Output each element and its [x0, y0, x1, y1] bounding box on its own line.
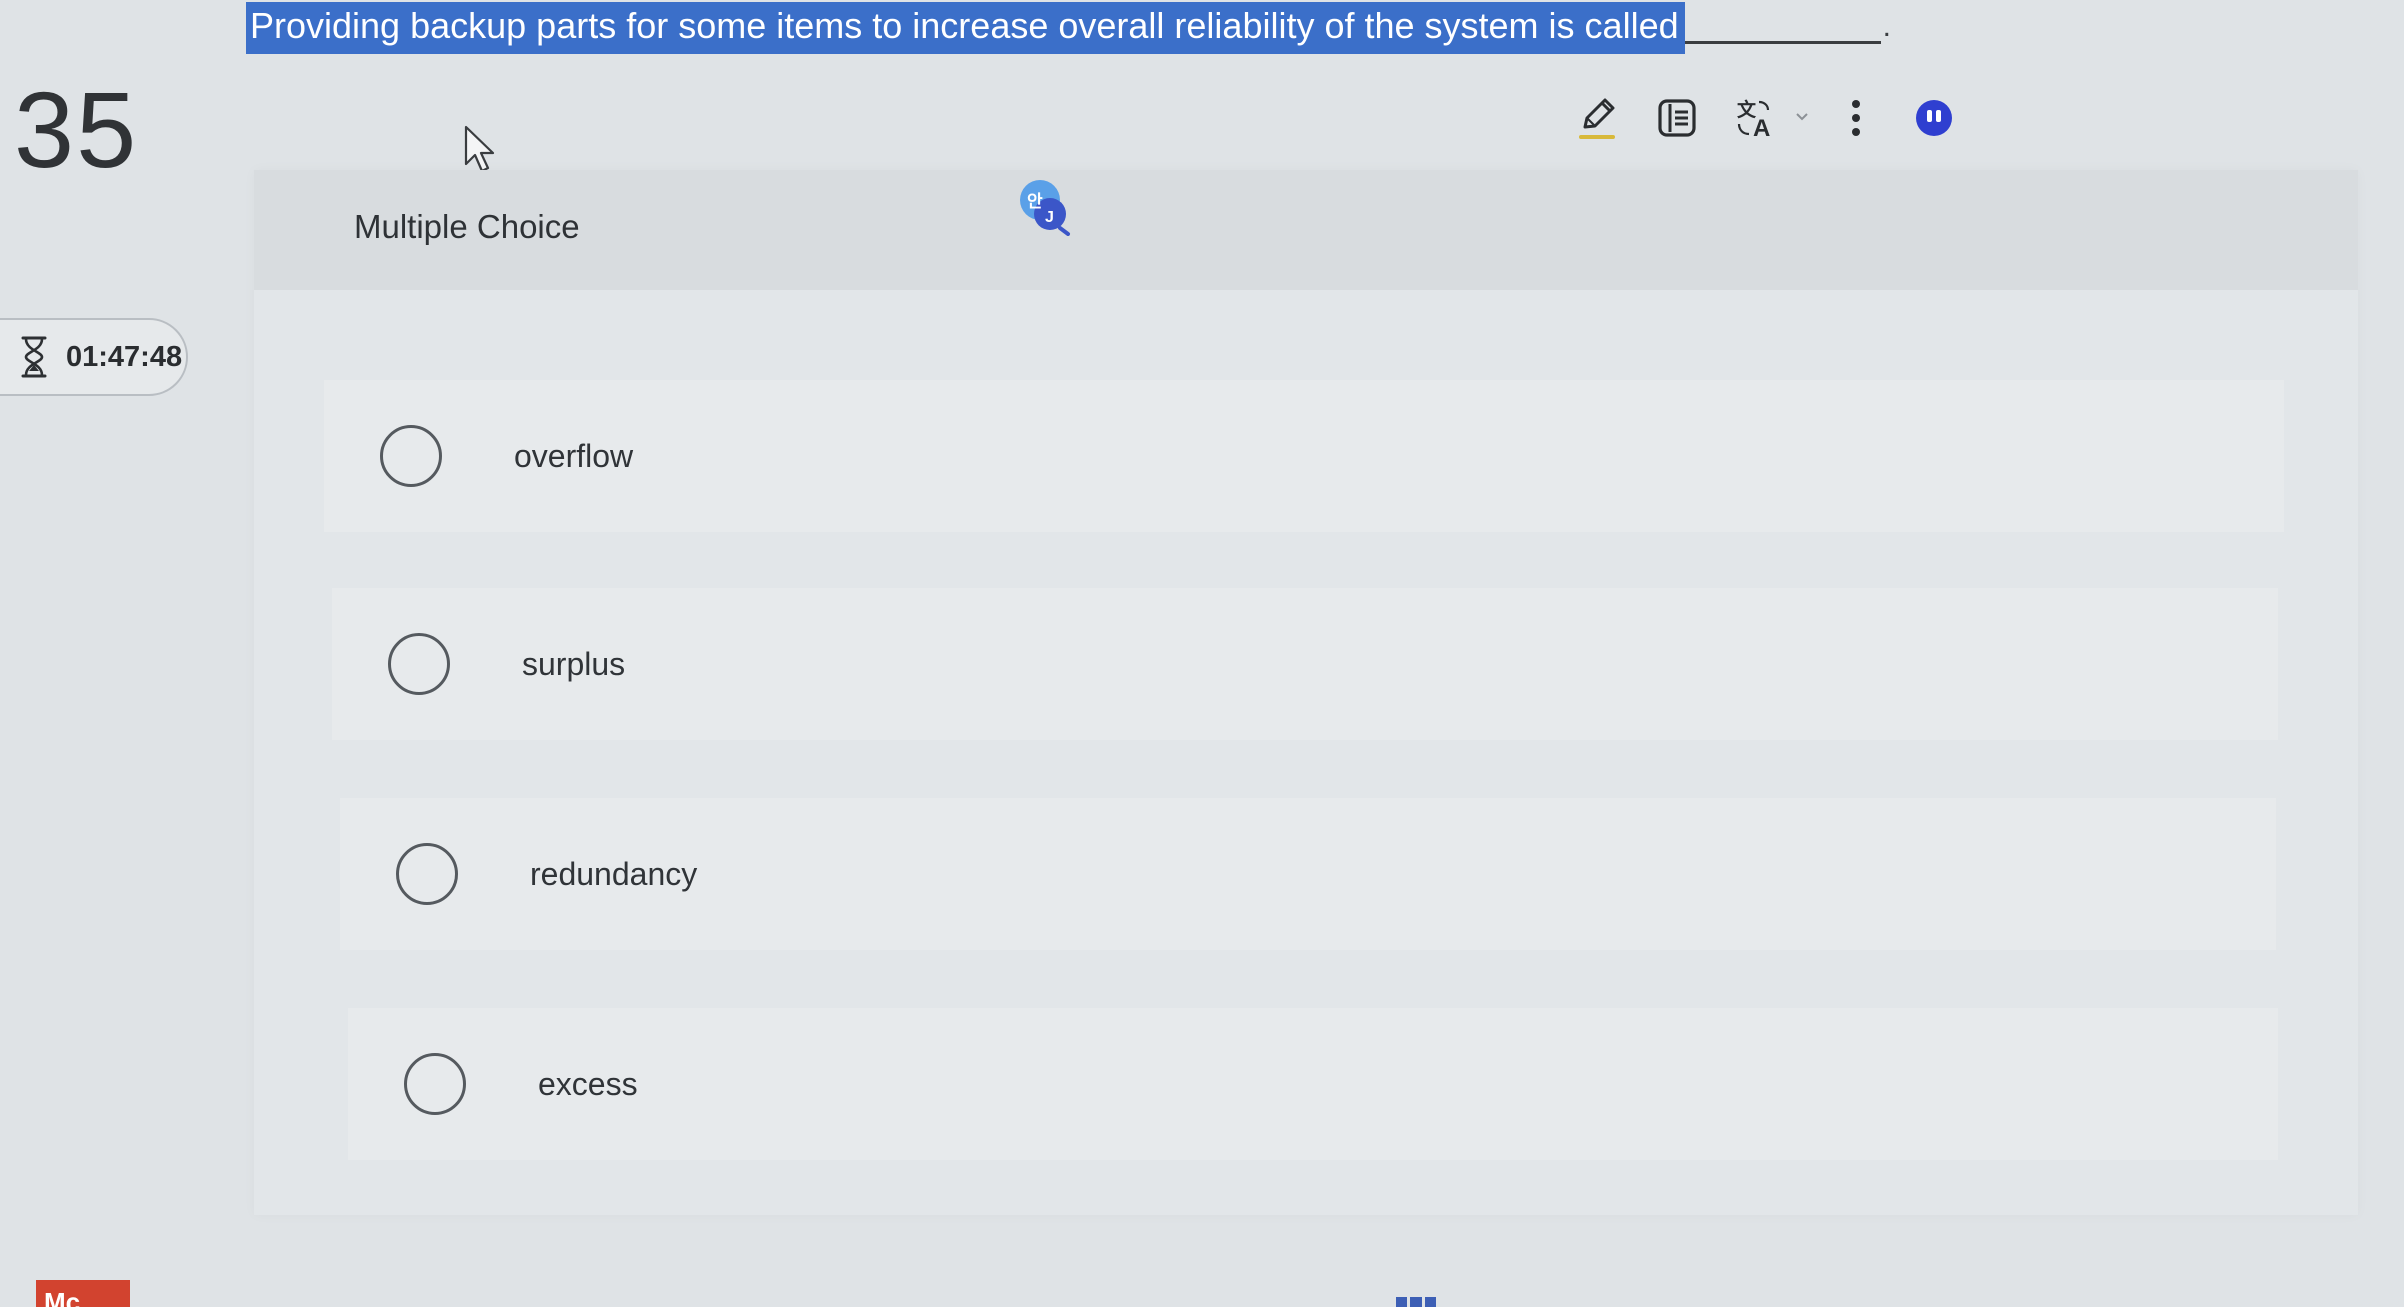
translate-icon[interactable]: 文 A: [1732, 90, 1818, 146]
reader-icon[interactable]: [1654, 90, 1700, 146]
prompt-period: .: [1882, 10, 1891, 43]
radio-button[interactable]: [404, 1053, 466, 1115]
question-type-label: Multiple Choice: [354, 208, 580, 245]
question-prompt: Providing backup parts for some items to…: [246, 0, 1891, 54]
answer-option-surplus[interactable]: surplus: [332, 588, 2278, 740]
grid-segment: [1410, 1297, 1422, 1307]
radio-button[interactable]: [396, 843, 458, 905]
grid-segment: [1396, 1297, 1408, 1307]
toolbar: 文 A: [1570, 90, 1960, 146]
question-prompt-text: Providing backup parts for some items to…: [246, 2, 1685, 54]
radio-button[interactable]: [380, 425, 442, 487]
translator-extension-icon[interactable]: 안 J: [1016, 178, 1074, 236]
answer-option-redundancy[interactable]: redundancy: [340, 798, 2276, 950]
option-label: overflow: [514, 437, 634, 474]
pencil-icon[interactable]: [1570, 90, 1624, 146]
answer-blank: [1684, 41, 1881, 44]
progress-grid-icon[interactable]: [1396, 1297, 1436, 1307]
answer-option-excess[interactable]: excess: [348, 1008, 2278, 1160]
svg-text:안: 안: [1027, 192, 1043, 212]
question-number: 35: [14, 69, 139, 190]
option-label: redundancy: [530, 855, 698, 892]
hourglass-icon: [18, 335, 50, 379]
footer-logo-badge: Mc: [36, 1280, 130, 1307]
card-header: Multiple Choice 안 J: [254, 170, 2358, 290]
option-label: surplus: [522, 645, 626, 682]
question-card: Multiple Choice 안 J overflow surplus red…: [254, 170, 2358, 1215]
more-vertical-icon[interactable]: [1838, 90, 1874, 146]
timer[interactable]: 01:47:48: [0, 318, 188, 396]
answer-option-overflow[interactable]: overflow: [324, 380, 2284, 532]
svg-text:A: A: [1753, 115, 1770, 140]
help-icon[interactable]: [1908, 90, 1960, 146]
radio-button[interactable]: [388, 633, 450, 695]
grid-segment: [1424, 1297, 1436, 1307]
mouse-cursor-icon: [462, 124, 502, 176]
option-label: excess: [538, 1065, 638, 1102]
timer-value: 01:47:48: [66, 340, 183, 373]
svg-text:J: J: [1045, 209, 1054, 226]
